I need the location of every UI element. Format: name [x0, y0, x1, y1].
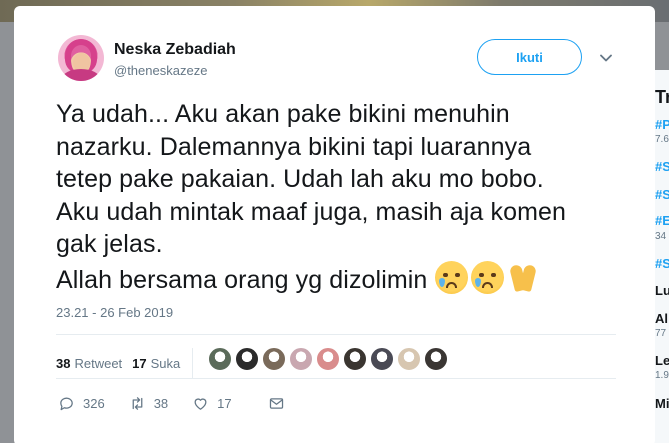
trend-count: 1.9: [655, 370, 669, 381]
trend-item[interactable]: #S: [655, 256, 669, 271]
divider: [56, 378, 616, 379]
trend-count: 77: [655, 328, 667, 339]
tweet-actions: 326 38 17: [58, 395, 285, 412]
follow-button[interactable]: Ikuti: [477, 39, 582, 75]
author-handle[interactable]: @theneskazeze: [114, 63, 207, 78]
chevron-down-icon[interactable]: [600, 52, 612, 64]
tweet-text-line: tetep pake pakaian. Udah lah aku mo bobo…: [56, 165, 544, 193]
tweet-text: Ya udah... Aku akan pake bikini menuhin …: [56, 98, 626, 296]
trends-title: Tr: [655, 87, 669, 107]
trend-item[interactable]: #E: [655, 213, 669, 228]
emoji-group: [435, 260, 540, 294]
tweet-timestamp[interactable]: 23.21 - 26 Feb 2019: [56, 305, 173, 320]
retweet-action-count: 38: [153, 396, 169, 411]
avatar-body: [62, 69, 100, 81]
heart-icon: [194, 398, 207, 410]
reply-count: 326: [83, 396, 105, 411]
retweet-icon: [132, 397, 143, 410]
liker-avatar[interactable]: [289, 347, 313, 371]
crying-face-icon: [435, 260, 469, 294]
liker-avatar[interactable]: [208, 347, 232, 371]
trend-item[interactable]: #P: [655, 117, 669, 132]
retweet-count: 38: [56, 355, 71, 371]
crying-face-icon: [471, 260, 505, 294]
tweet-text-line: Ya udah... Aku akan pake bikini menuhin: [56, 100, 510, 128]
tweet-card: Neska Zebadiah @theneskazeze Ikuti Ya ud…: [14, 6, 655, 443]
stats-separator: [192, 348, 194, 378]
like-action[interactable]: 17: [192, 395, 232, 412]
tweet-text-line: Allah bersama orang yg dizolimin: [56, 265, 428, 294]
trend-item[interactable]: Mi: [655, 396, 669, 411]
liker-avatar[interactable]: [397, 347, 421, 371]
reply-action[interactable]: 326: [58, 395, 105, 412]
trend-count: 34: [655, 231, 667, 242]
liker-avatar[interactable]: [235, 347, 259, 371]
trend-count: 7.6: [655, 134, 669, 145]
trend-item[interactable]: Le: [655, 353, 669, 368]
tweet-stats: 38 Retweet 17 Suka: [56, 348, 203, 378]
trend-item[interactable]: #S: [655, 187, 669, 202]
folded-hands-icon: [507, 261, 540, 294]
reply-icon: [60, 397, 73, 411]
like-count: 17: [132, 355, 147, 371]
liker-avatar[interactable]: [343, 347, 367, 371]
trend-item[interactable]: Lu: [655, 283, 669, 298]
likers-avatars: [208, 347, 448, 371]
retweet-action[interactable]: 38: [129, 395, 168, 412]
retweet-stat[interactable]: 38 Retweet: [56, 356, 122, 371]
like-stat[interactable]: 17 Suka: [132, 356, 180, 371]
trend-item[interactable]: Al: [655, 311, 668, 326]
retweet-label: Retweet: [74, 355, 123, 371]
trend-item[interactable]: #S: [655, 159, 669, 174]
liker-avatar[interactable]: [424, 347, 448, 371]
tweet-text-line: Aku udah mintak maaf juga, masih aja kom…: [56, 197, 567, 226]
liker-avatar[interactable]: [316, 347, 340, 371]
message-action[interactable]: [268, 395, 285, 412]
liker-avatar[interactable]: [262, 347, 286, 371]
author-name[interactable]: Neska Zebadiah: [114, 41, 236, 59]
like-label: Suka: [150, 355, 181, 371]
envelope-icon: [269, 398, 283, 409]
tweet-text-line: gak jelas.: [56, 230, 163, 258]
divider: [56, 334, 616, 335]
liker-avatar[interactable]: [370, 347, 394, 371]
like-action-count: 17: [217, 396, 232, 411]
tweet-text-last-line: Allah bersama orang yg dizolimin: [56, 260, 626, 297]
tweet-text-line: nazarku. Dalemannya bikini tapi luaranny…: [56, 132, 532, 161]
avatar[interactable]: [58, 35, 104, 81]
